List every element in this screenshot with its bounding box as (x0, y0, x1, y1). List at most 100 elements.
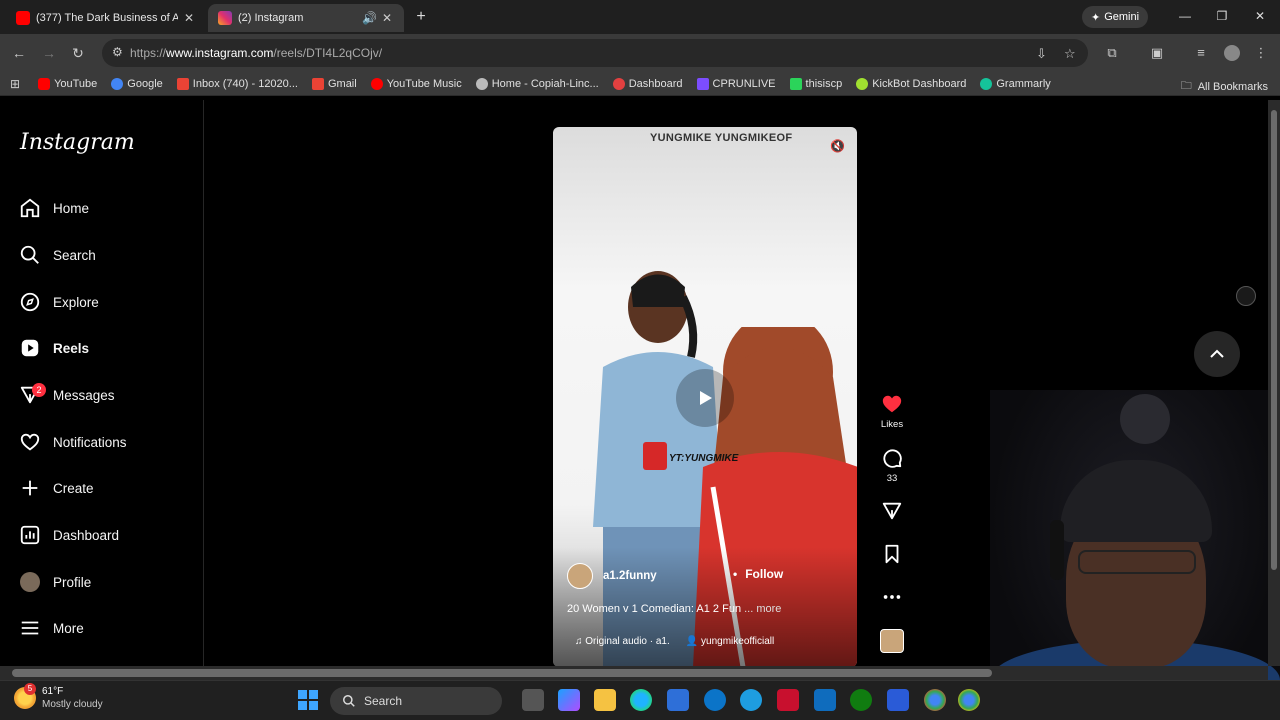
nav-more[interactable]: More (18, 610, 198, 646)
nav-dashboard[interactable]: Dashboard (18, 517, 198, 553)
nav-explore[interactable]: Explore (18, 284, 198, 320)
hp-icon[interactable] (704, 689, 726, 711)
gmail-icon (176, 77, 189, 90)
site-info-icon[interactable]: ⚙ (112, 45, 123, 59)
audio-link[interactable]: ♫ Original audio · a1. (575, 636, 670, 647)
reload-button[interactable]: ↻ (67, 42, 89, 64)
extensions-icon[interactable]: ⧉ (1101, 42, 1123, 64)
save-button[interactable] (874, 543, 910, 569)
follow-label: Follow (745, 567, 784, 581)
chrome-icon[interactable] (924, 689, 946, 711)
bookmark-grammarly[interactable]: Grammarly (980, 77, 1051, 90)
gemini-button[interactable]: ✦ Gemini (1082, 6, 1148, 28)
author-avatar[interactable] (567, 563, 593, 589)
nav-home[interactable]: Home (18, 190, 198, 226)
bookmark-copiah-linc[interactable]: Home - Copiah-Linc... (475, 77, 599, 90)
caption-more-link[interactable]: ... more (744, 603, 781, 615)
horizontal-scroll-thumb[interactable] (12, 669, 992, 677)
nav-messages[interactable]: 2 Messages (18, 377, 198, 413)
app-icon[interactable] (887, 689, 909, 711)
play-button[interactable] (676, 369, 734, 427)
vertical-scrollbar[interactable] (1268, 100, 1280, 666)
bookmark-youtube-music[interactable]: YouTube Music (370, 77, 462, 90)
minimize-button[interactable]: — (1170, 6, 1200, 26)
restore-button[interactable]: ❐ (1207, 6, 1237, 26)
back-button[interactable]: ← (8, 42, 30, 64)
forward-button[interactable]: → (38, 42, 60, 64)
more-options-button[interactable] (874, 586, 910, 612)
bookmark-label: Home - Copiah-Linc... (491, 77, 599, 90)
mute-icon[interactable]: 🔇 (830, 139, 845, 153)
nav-reels[interactable]: Reels (18, 330, 198, 366)
windows-start-button[interactable] (298, 690, 318, 710)
copilot-icon[interactable] (558, 689, 580, 711)
bookmark-label: KickBot Dashboard (872, 77, 967, 90)
bookmark-label: YouTube (54, 77, 98, 90)
outlook-icon[interactable] (814, 689, 836, 711)
bookmark-star-icon[interactable]: ☆ (1064, 46, 1076, 62)
mcafee-icon[interactable] (777, 689, 799, 711)
audio-thumbnail[interactable] (880, 629, 904, 653)
grammarly-widget-icon[interactable] (1236, 286, 1256, 306)
bookmark-thisiscp[interactable]: thisiscp (789, 77, 842, 90)
xbox-icon[interactable] (850, 689, 872, 711)
tagged-user[interactable]: 👤 yungmikeofficiall (686, 636, 774, 647)
close-tab-icon[interactable]: ✕ (182, 11, 196, 25)
taskbar-search-label: Search (364, 694, 403, 708)
instagram-favicon-icon (218, 11, 232, 25)
install-app-icon[interactable]: ⇩ (1036, 46, 1047, 62)
new-tab-button[interactable]: + (410, 6, 432, 28)
all-bookmarks-button[interactable]: 🗀 All Bookmarks (1181, 77, 1268, 96)
microsoft-store-icon[interactable] (667, 689, 689, 711)
close-tab-icon[interactable]: ✕ (380, 11, 394, 25)
bookmark-label: Dashboard (628, 77, 683, 90)
bookmark-cprunlive[interactable]: CPRUNLIVE (696, 77, 776, 90)
edge-browser-icon[interactable] (630, 689, 652, 711)
tab-youtube[interactable]: (377) The Dark Business of Adi ✕ (6, 4, 206, 32)
close-window-button[interactable]: ✕ (1245, 6, 1275, 26)
hp-support-icon[interactable] (740, 689, 762, 711)
weather-widget[interactable]: 5 61°F Mostly cloudy (14, 683, 103, 711)
nav-label: Home (53, 200, 90, 216)
reel-author[interactable]: a1.2funny (567, 563, 657, 589)
bookmark-inbox[interactable]: Inbox (740) - 12020... (176, 77, 298, 90)
share-button[interactable] (874, 500, 910, 526)
media-control-icon[interactable]: ≡ (1190, 42, 1212, 64)
bookmark-gmail[interactable]: Gmail (311, 77, 357, 90)
home-icon (18, 196, 42, 220)
like-button[interactable]: Likes (874, 393, 910, 430)
bookmark-dashboard[interactable]: Dashboard (612, 77, 683, 90)
nav-profile[interactable]: Profile (18, 564, 198, 600)
task-view-icon[interactable] (522, 689, 544, 711)
horizontal-scrollbar[interactable] (0, 666, 1268, 680)
reel-video[interactable]: YUNGMIKE YUNGMIKEOF YT:YUNGMIKE 🔇 a1.2fu… (553, 127, 857, 667)
bookmark-youtube[interactable]: YouTube (38, 77, 98, 90)
comment-button[interactable]: 33 (874, 447, 910, 484)
bookmark-google[interactable]: Google (111, 77, 163, 90)
sidebar-toggle-icon[interactable]: ▣ (1146, 42, 1168, 64)
tagged-username: yungmikeofficiall (701, 636, 775, 647)
vertical-scroll-thumb[interactable] (1271, 110, 1277, 570)
author-username[interactable]: a1.2funny (603, 570, 657, 582)
previous-reel-button[interactable] (1194, 331, 1240, 377)
speaker-icon[interactable]: 🔊 (362, 11, 377, 25)
instagram-logo[interactable]: Instagram (20, 130, 135, 155)
profile-avatar-icon[interactable] (1221, 42, 1243, 64)
address-bar[interactable]: ⚙ https://www.instagram.com/reels/DTI4L2… (102, 39, 1088, 67)
reel-caption[interactable]: 20 Women v 1 Comedian: A1 2 Fun ... more (567, 603, 781, 615)
bookmark-label: YouTube Music (386, 77, 462, 90)
chrome-profile-icon[interactable] (958, 689, 980, 711)
apps-grid-icon[interactable]: ⊞ (10, 77, 20, 91)
follow-button[interactable]: • Follow (733, 567, 783, 581)
nav-notifications[interactable]: Notifications (18, 424, 198, 460)
nav-create[interactable]: Create (18, 470, 198, 506)
taskbar-search[interactable]: Search (330, 687, 502, 715)
browser-menu-icon[interactable]: ⋮ (1250, 42, 1272, 64)
bookmark-kickbot[interactable]: KickBot Dashboard (856, 77, 967, 90)
comment-icon (883, 449, 902, 468)
profile-avatar-icon (18, 570, 42, 594)
nav-search[interactable]: Search (18, 237, 198, 273)
messenger-icon: 2 (18, 383, 46, 407)
tab-instagram[interactable]: (2) Instagram 🔊 ✕ (208, 4, 404, 32)
file-explorer-icon[interactable] (594, 689, 616, 711)
